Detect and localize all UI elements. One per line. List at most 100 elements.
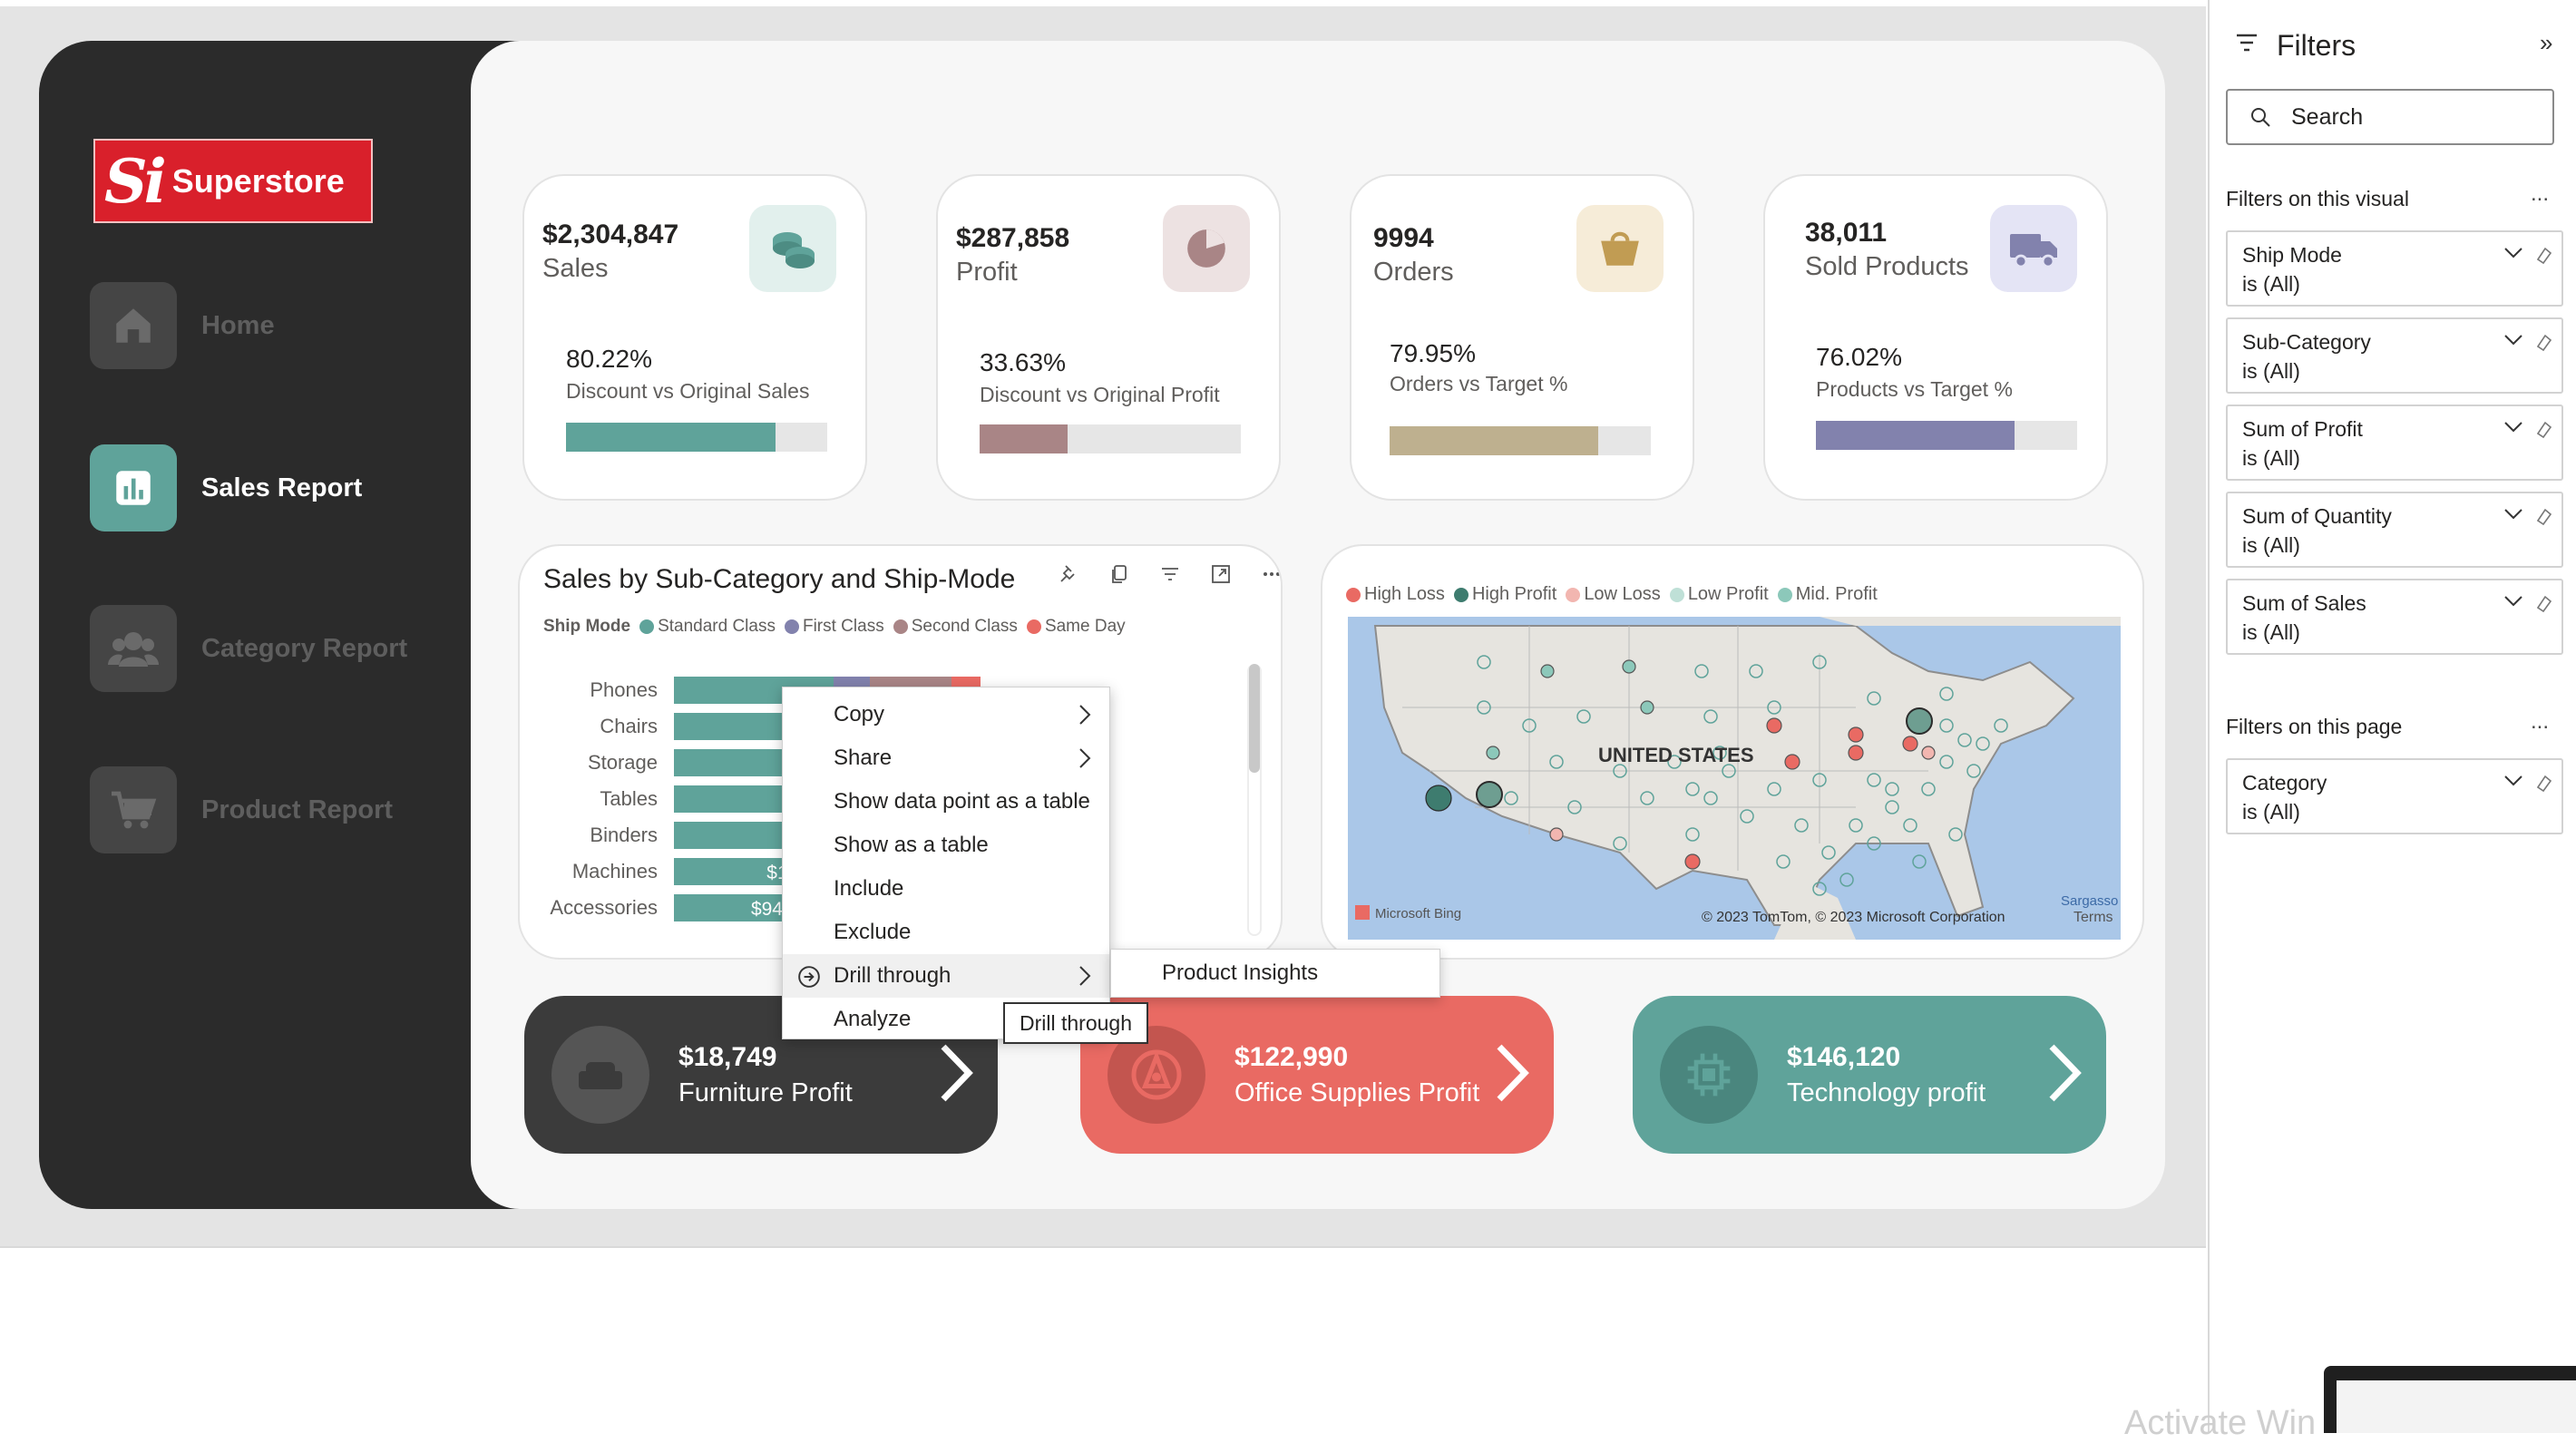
legend-label: Low Profit xyxy=(1687,584,1769,604)
legend-item[interactable]: Same Day xyxy=(1026,617,1126,637)
chevron-down-icon[interactable] xyxy=(2503,508,2523,521)
focus-mode-icon[interactable] xyxy=(1205,559,1236,590)
kpi-progress-fill xyxy=(566,423,776,452)
filter-value: is (All) xyxy=(2242,533,2300,557)
kpi-progress-bar xyxy=(1816,421,2077,450)
map-point[interactable] xyxy=(1784,754,1800,770)
activate-windows-watermark: Activate Win xyxy=(2124,1404,2317,1442)
filters-pane: Filters » Filters on this visual ... Fil… xyxy=(2208,0,2576,1433)
map-point[interactable] xyxy=(1622,659,1636,674)
clear-filter-icon[interactable] xyxy=(2532,773,2552,793)
menu-item-show-data-point[interactable]: Show data point as a table xyxy=(783,780,1109,824)
map-point[interactable] xyxy=(1921,746,1936,760)
collapse-pane-icon[interactable]: » xyxy=(2540,29,2552,57)
clear-filter-icon[interactable] xyxy=(2532,332,2552,352)
logo-brand: Superstore xyxy=(171,161,345,200)
map-point[interactable] xyxy=(1766,717,1782,734)
chevron-down-icon[interactable] xyxy=(2503,421,2523,434)
chart-scrollbar[interactable] xyxy=(1249,664,1260,773)
kpi-card-sold-products[interactable]: 38,011 Sold Products 76.02% Products vs … xyxy=(1763,174,2108,501)
map-point[interactable] xyxy=(1848,745,1864,761)
profit-map[interactable]: High Loss High Profit Low Loss Low Profi… xyxy=(1321,544,2144,960)
kpi-percent: 76.02% xyxy=(1816,343,1902,371)
kpi-card-orders[interactable]: 9994 Orders 79.95% Orders vs Target % xyxy=(1350,174,1694,501)
context-menu: Copy Share Show data point as a table Sh… xyxy=(782,687,1110,1039)
menu-item-label: Drill through xyxy=(834,963,951,988)
sea-label: Sargasso Sea xyxy=(2061,893,2121,909)
filter-value: is (All) xyxy=(2242,359,2300,383)
filter-card[interactable]: Category is (All) xyxy=(2226,758,2563,834)
chevron-down-icon[interactable] xyxy=(2503,334,2523,346)
nav-product-report[interactable]: Product Report xyxy=(90,766,525,853)
menu-item-include[interactable]: Include xyxy=(783,867,1109,911)
legend-item[interactable]: First Class xyxy=(784,617,884,637)
legend-item[interactable]: Low Loss xyxy=(1566,584,1661,605)
clear-filter-icon[interactable] xyxy=(2532,506,2552,526)
tooltip: Drill through xyxy=(1003,1002,1148,1044)
filter-card[interactable]: Sum of Profit is (All) xyxy=(2226,405,2563,481)
filter-card[interactable]: Sum of Quantity is (All) xyxy=(2226,492,2563,568)
filters-on-page-section: Filters on this page ... xyxy=(2226,709,2552,739)
legend-item[interactable]: High Loss xyxy=(1346,584,1445,605)
filter-icon[interactable] xyxy=(1155,559,1186,590)
menu-item-exclude[interactable]: Exclude xyxy=(783,911,1109,954)
map-point[interactable] xyxy=(1848,726,1864,743)
office-supplies-profit-card[interactable]: $122,990 Office Supplies Profit xyxy=(1080,996,1554,1154)
legend-item[interactable]: Low Profit xyxy=(1669,584,1769,605)
map-legend: High Loss High Profit Low Loss Low Profi… xyxy=(1346,584,1887,605)
clear-filter-icon[interactable] xyxy=(2532,245,2552,265)
drill-through-submenu-product-insights[interactable]: Product Insights xyxy=(1110,949,1440,998)
people-icon xyxy=(90,605,177,692)
filter-field-name: Sub-Category xyxy=(2242,330,2371,354)
menu-item-show-as-table[interactable]: Show as a table xyxy=(783,824,1109,867)
map-point[interactable] xyxy=(1425,785,1452,812)
menu-item-label: Show as a table xyxy=(834,833,989,857)
chevron-down-icon[interactable] xyxy=(2503,595,2523,608)
kpi-card-profit[interactable]: $287,858 Profit 33.63% Discount vs Origi… xyxy=(936,174,1281,501)
menu-item-share[interactable]: Share xyxy=(783,736,1109,780)
kpi-card-sales[interactable]: $2,304,847 Sales 80.22% Discount vs Orig… xyxy=(522,174,867,501)
map-terms-link[interactable]: Terms xyxy=(2073,910,2113,925)
map-point[interactable] xyxy=(1902,736,1918,752)
map-point[interactable] xyxy=(1476,781,1503,808)
legend-item[interactable]: Mid. Profit xyxy=(1777,584,1878,605)
map-point[interactable] xyxy=(1684,853,1701,870)
filter-value: is (All) xyxy=(2242,620,2300,644)
legend-swatch xyxy=(893,619,908,634)
filter-card[interactable]: Sub-Category is (All) xyxy=(2226,317,2563,394)
chevron-down-icon[interactable] xyxy=(2503,247,2523,259)
map-point[interactable] xyxy=(1640,700,1654,715)
nav-sales-report[interactable]: Sales Report xyxy=(90,444,525,531)
nav-home[interactable]: Home xyxy=(90,282,525,369)
pie-icon xyxy=(1163,205,1250,292)
map-point[interactable] xyxy=(1540,664,1555,678)
copy-visual-icon[interactable] xyxy=(1104,559,1135,590)
map-point[interactable] xyxy=(1549,827,1564,842)
us-map[interactable]: UNITED STATES Microsoft Bing Sargasso Se… xyxy=(1348,617,2121,940)
filters-search-input[interactable] xyxy=(2291,103,2527,131)
filters-search[interactable] xyxy=(2226,89,2554,145)
legend-item[interactable]: Second Class xyxy=(893,617,1018,637)
clear-filter-icon[interactable] xyxy=(2532,419,2552,439)
technology-profit-card[interactable]: $146,120 Technology profit xyxy=(1633,996,2106,1154)
menu-item-copy[interactable]: Copy xyxy=(783,693,1109,736)
legend-label: High Loss xyxy=(1364,584,1445,604)
legend-item[interactable]: High Profit xyxy=(1453,584,1556,605)
taskbar-thumbnail[interactable] xyxy=(2324,1366,2576,1433)
nav-category-report[interactable]: Category Report xyxy=(90,605,525,692)
legend-label: Mid. Profit xyxy=(1795,584,1878,604)
filter-value: is (All) xyxy=(2242,446,2300,470)
map-point[interactable] xyxy=(1906,707,1933,735)
legend-item[interactable]: Standard Class xyxy=(639,617,776,637)
category-profit-label: Office Supplies Profit xyxy=(1234,1077,1480,1107)
filter-card[interactable]: Sum of Sales is (All) xyxy=(2226,579,2563,655)
more-options-icon[interactable] xyxy=(1256,559,1281,590)
map-point[interactable] xyxy=(1486,746,1500,760)
pin-icon[interactable] xyxy=(1053,559,1084,590)
more-options-icon[interactable]: ... xyxy=(2531,181,2549,207)
chevron-down-icon[interactable] xyxy=(2503,775,2523,787)
menu-item-drill-through[interactable]: Drill through xyxy=(783,954,1109,998)
more-options-icon[interactable]: ... xyxy=(2531,709,2549,735)
filter-card[interactable]: Ship Mode is (All) xyxy=(2226,230,2563,307)
clear-filter-icon[interactable] xyxy=(2532,593,2552,613)
